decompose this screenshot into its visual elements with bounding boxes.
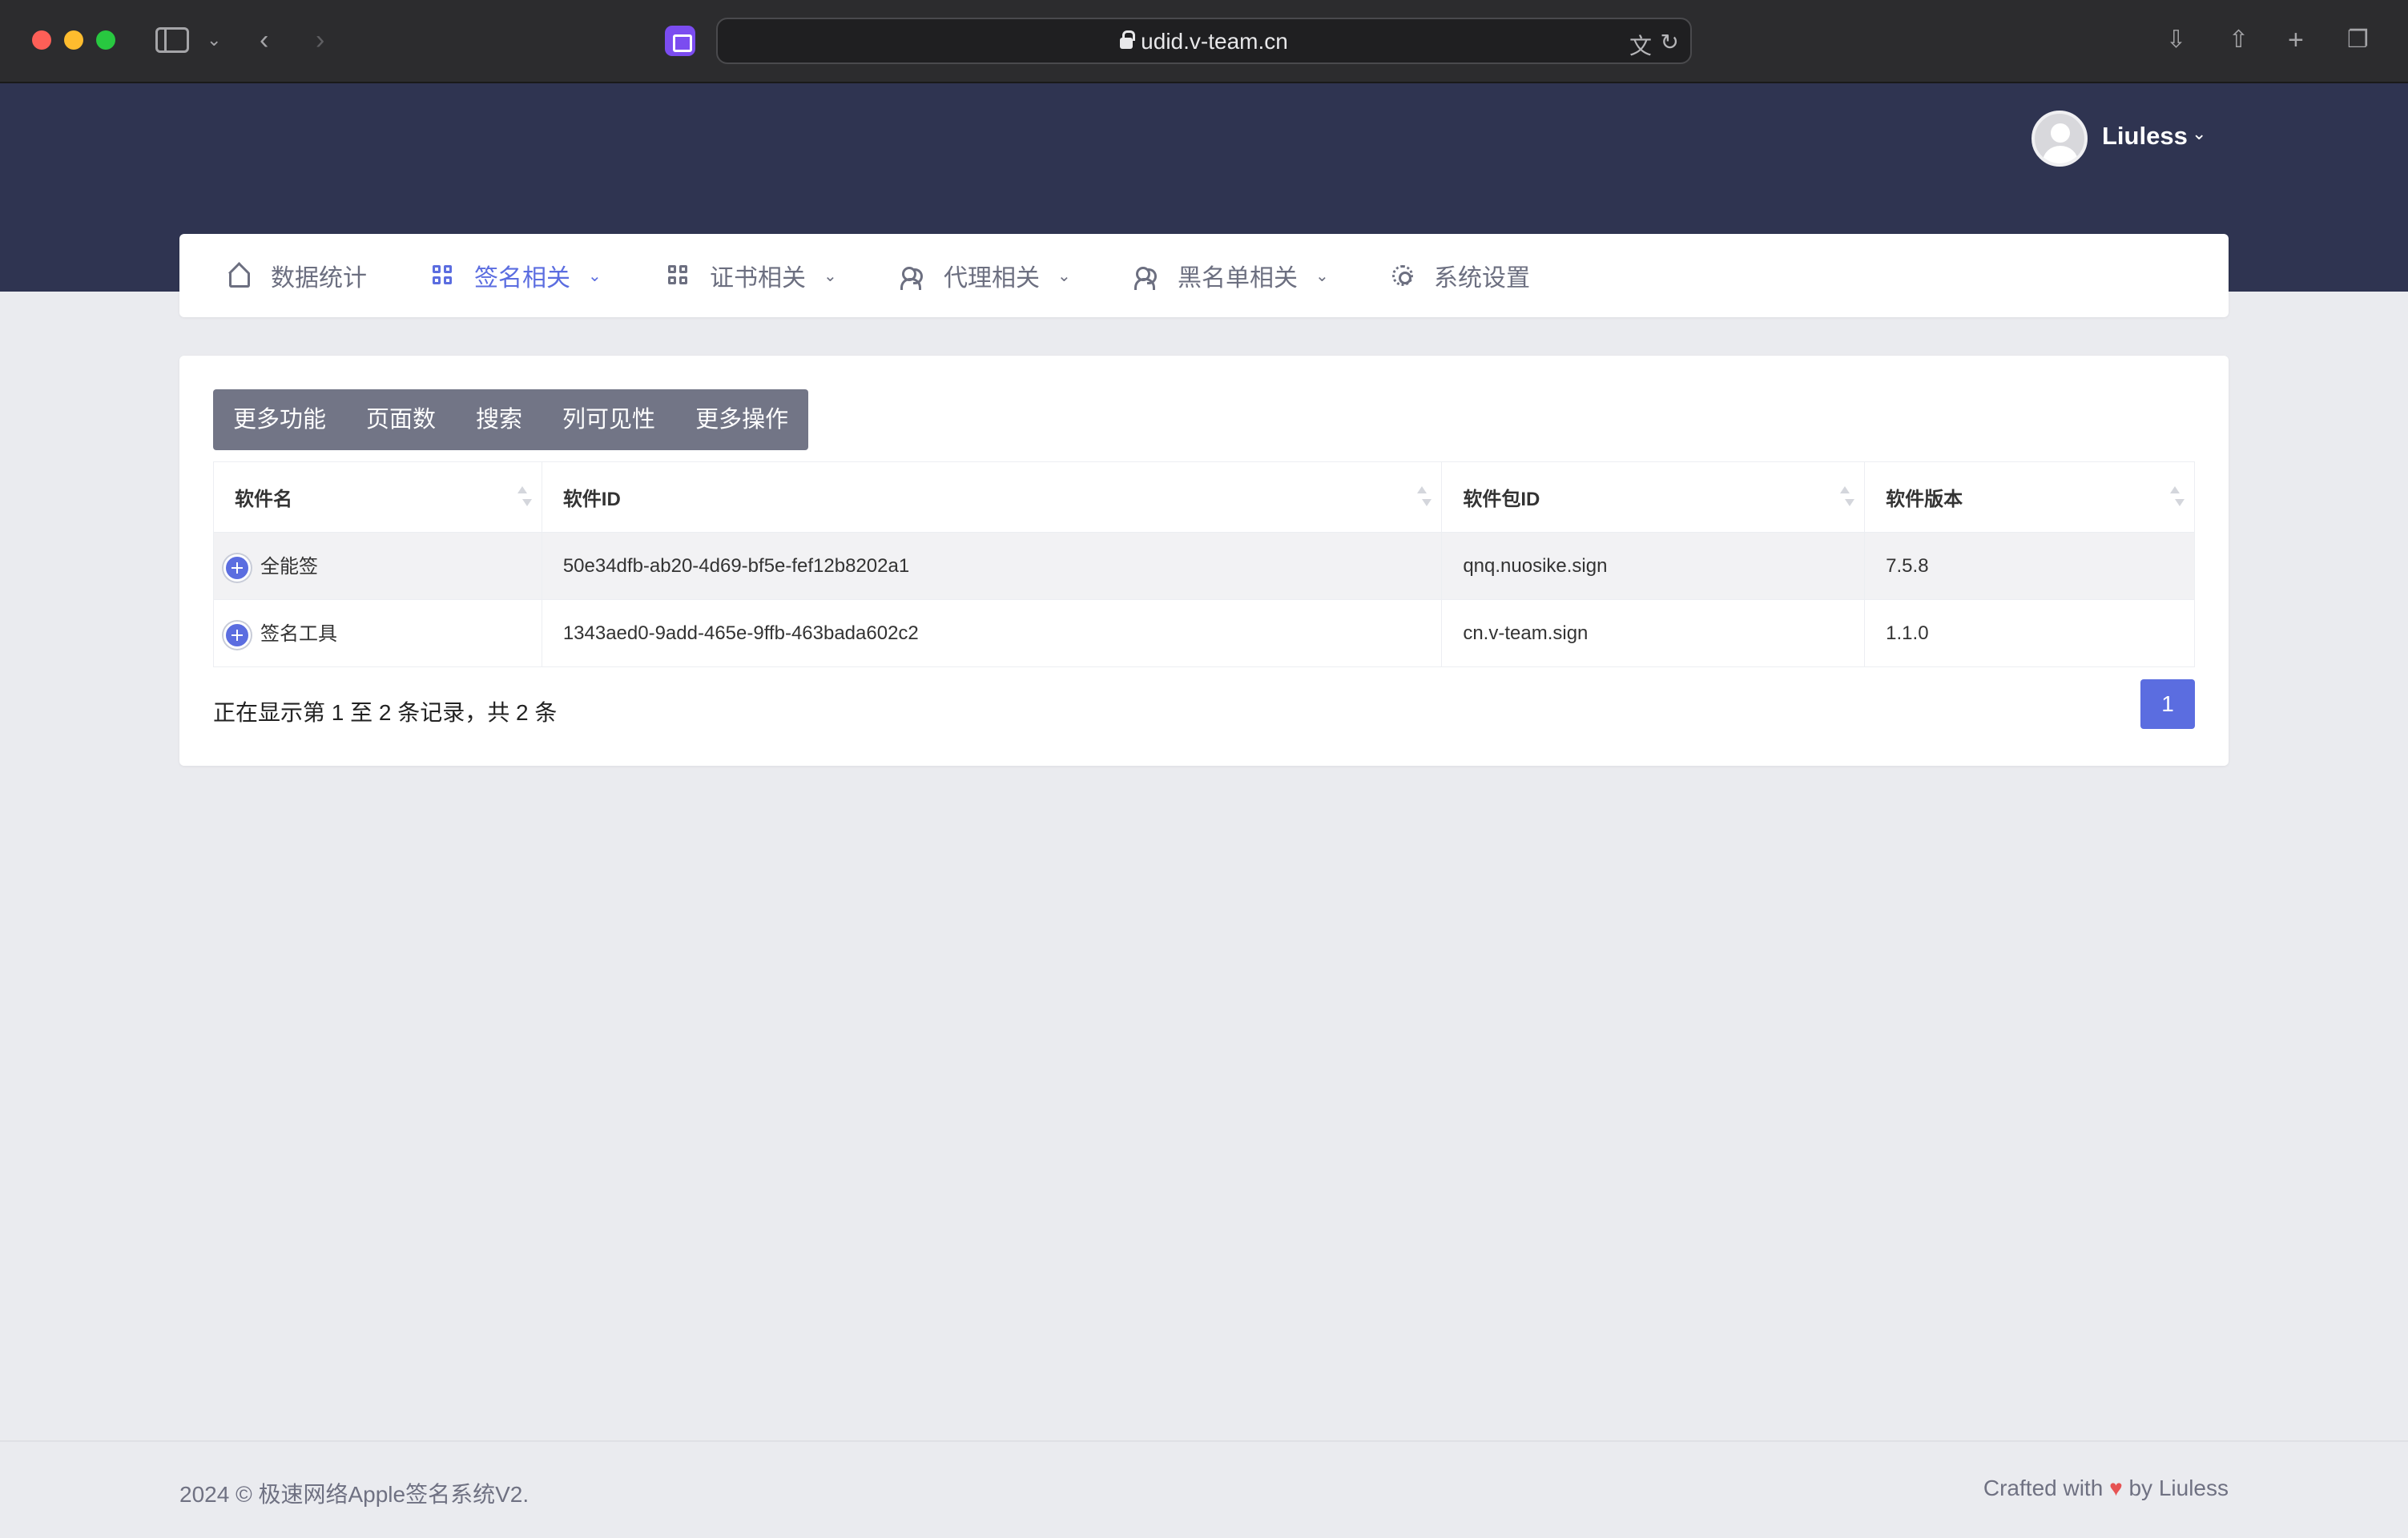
column-visibility-button[interactable]: 列可见性 xyxy=(542,389,675,450)
page-footer: 2024 © 极速网络Apple签名系统V2. Crafted with ♥ b… xyxy=(0,1440,2408,1538)
forward-icon[interactable]: › xyxy=(316,24,324,56)
cell-version: 1.1.0 xyxy=(1864,599,2195,667)
more-features-button[interactable]: 更多功能 xyxy=(213,389,346,450)
download-icon[interactable]: ⇩ xyxy=(2166,24,2186,56)
cell-id: 1343aed0-9add-465e-9ffb-463bada602c2 xyxy=(542,599,1443,667)
column-header-name[interactable]: 软件名 xyxy=(213,461,542,533)
translate-icon[interactable]: 文 xyxy=(1629,29,1652,61)
column-header-bundle-id[interactable]: 软件包ID xyxy=(1441,461,1866,533)
nav-item-label: 代理相关 xyxy=(944,265,1040,292)
avatar[interactable] xyxy=(2031,111,2088,167)
user-name[interactable]: Liuless xyxy=(2102,122,2188,151)
table-row: 全能签 50e34dfb-ab20-4d69-bf5e-fef12b8202a1… xyxy=(213,532,2195,600)
tab-overview-icon[interactable]: ❐ xyxy=(2347,24,2369,56)
nav-item-label: 签名相关 xyxy=(474,265,570,292)
nav-item-settings[interactable]: 系统设置 xyxy=(1392,234,1530,317)
nav-item-agents[interactable]: 代理相关 ⌄ xyxy=(900,234,1071,317)
more-actions-button[interactable]: 更多操作 xyxy=(675,389,808,450)
table-row: 签名工具 1343aed0-9add-465e-9ffb-463bada602c… xyxy=(213,599,2195,667)
share-icon[interactable]: ⇧ xyxy=(2229,24,2249,56)
sort-icon xyxy=(1417,486,1432,507)
url-text: udid.v-team.cn xyxy=(1141,29,1288,54)
browser-chrome: ⌄ ‹ › udid.v-team.cn 文 ↻ ⇩ ⇧ + ❐ xyxy=(0,0,2408,83)
record-count-info: 正在显示第 1 至 2 条记录，共 2 条 xyxy=(213,700,558,725)
cell-bundle-id: qnq.nuosike.sign xyxy=(1441,532,1866,600)
grid-icon xyxy=(668,265,689,286)
lock-icon xyxy=(1120,30,1136,49)
chevron-down-icon: ⌄ xyxy=(588,267,602,285)
users-icon xyxy=(900,265,923,290)
reload-icon[interactable]: ↻ xyxy=(1661,29,1679,55)
table-toolbar: 更多功能 页面数 搜索 列可见性 更多操作 xyxy=(213,389,809,450)
extension-icon[interactable] xyxy=(665,26,695,56)
heart-icon: ♥ xyxy=(2109,1476,2123,1500)
close-window-button[interactable] xyxy=(32,30,51,50)
sort-icon xyxy=(2170,486,2185,507)
column-header-id[interactable]: 软件ID xyxy=(542,461,1443,533)
copyright-text: 2024 © 极速网络Apple签名系统V2. xyxy=(179,1482,530,1507)
page-size-button[interactable]: 页面数 xyxy=(346,389,456,450)
users-icon xyxy=(1134,265,1157,290)
home-icon xyxy=(229,273,250,288)
cell-name: 签名工具 xyxy=(213,599,542,667)
column-header-version[interactable]: 软件版本 xyxy=(1864,461,2195,533)
nav-item-label: 证书相关 xyxy=(710,265,806,292)
nav-item-label: 黑名单相关 xyxy=(1178,265,1298,292)
content-card: 更多功能 页面数 搜索 列可见性 更多操作 软件名 软件ID 软件包ID 软件版… xyxy=(179,356,2229,766)
cell-id: 50e34dfb-ab20-4d69-bf5e-fef12b8202a1 xyxy=(542,532,1443,600)
search-button[interactable]: 搜索 xyxy=(456,389,542,450)
nav-item-blacklist[interactable]: 黑名单相关 ⌄ xyxy=(1134,234,1329,317)
table-header-row: 软件名 软件ID 软件包ID 软件版本 xyxy=(213,461,2195,533)
zoom-window-button[interactable] xyxy=(96,30,115,50)
sort-icon xyxy=(517,486,532,507)
address-bar[interactable]: udid.v-team.cn 文 ↻ xyxy=(716,18,1692,64)
expand-row-icon[interactable] xyxy=(223,621,251,649)
nav-item-signing[interactable]: 签名相关 ⌄ xyxy=(433,234,602,317)
chevron-down-icon: ⌄ xyxy=(1057,267,1071,285)
cell-bundle-id: cn.v-team.sign xyxy=(1441,599,1866,667)
minimize-window-button[interactable] xyxy=(64,30,83,50)
top-nav: 数据统计 签名相关 ⌄ 证书相关 ⌄ 代理相关 ⌄ 黑名单相关 ⌄ 系统设置 xyxy=(179,234,2229,317)
new-tab-icon[interactable]: + xyxy=(2288,24,2304,56)
sort-icon xyxy=(1840,486,1855,507)
expand-row-icon[interactable] xyxy=(223,554,251,582)
nav-item-dashboard[interactable]: 数据统计 xyxy=(229,234,367,317)
nav-item-certificates[interactable]: 证书相关 ⌄ xyxy=(668,234,837,317)
chevron-down-icon[interactable]: ⌄ xyxy=(207,24,221,56)
chevron-down-icon: ⌄ xyxy=(1315,267,1329,285)
grid-icon xyxy=(433,265,453,286)
page-button-1[interactable]: 1 xyxy=(2140,679,2195,729)
nav-item-label: 系统设置 xyxy=(1434,265,1530,292)
sidebar-toggle-icon[interactable] xyxy=(155,27,189,53)
author-link[interactable]: by Liuless xyxy=(2128,1476,2229,1500)
crafted-by-text: Crafted with ♥ by Liuless xyxy=(1983,1476,2229,1500)
cell-version: 7.5.8 xyxy=(1864,532,2195,600)
cell-name: 全能签 xyxy=(213,532,542,600)
back-icon[interactable]: ‹ xyxy=(260,24,268,56)
chevron-down-icon: ⌄ xyxy=(823,267,837,285)
software-table: 软件名 软件ID 软件包ID 软件版本 全能签 50e34dfb-ab20-4d… xyxy=(213,461,2195,667)
chevron-down-icon[interactable]: ⌄ xyxy=(2192,123,2206,144)
gear-icon xyxy=(1392,265,1413,286)
nav-item-label: 数据统计 xyxy=(271,265,367,292)
